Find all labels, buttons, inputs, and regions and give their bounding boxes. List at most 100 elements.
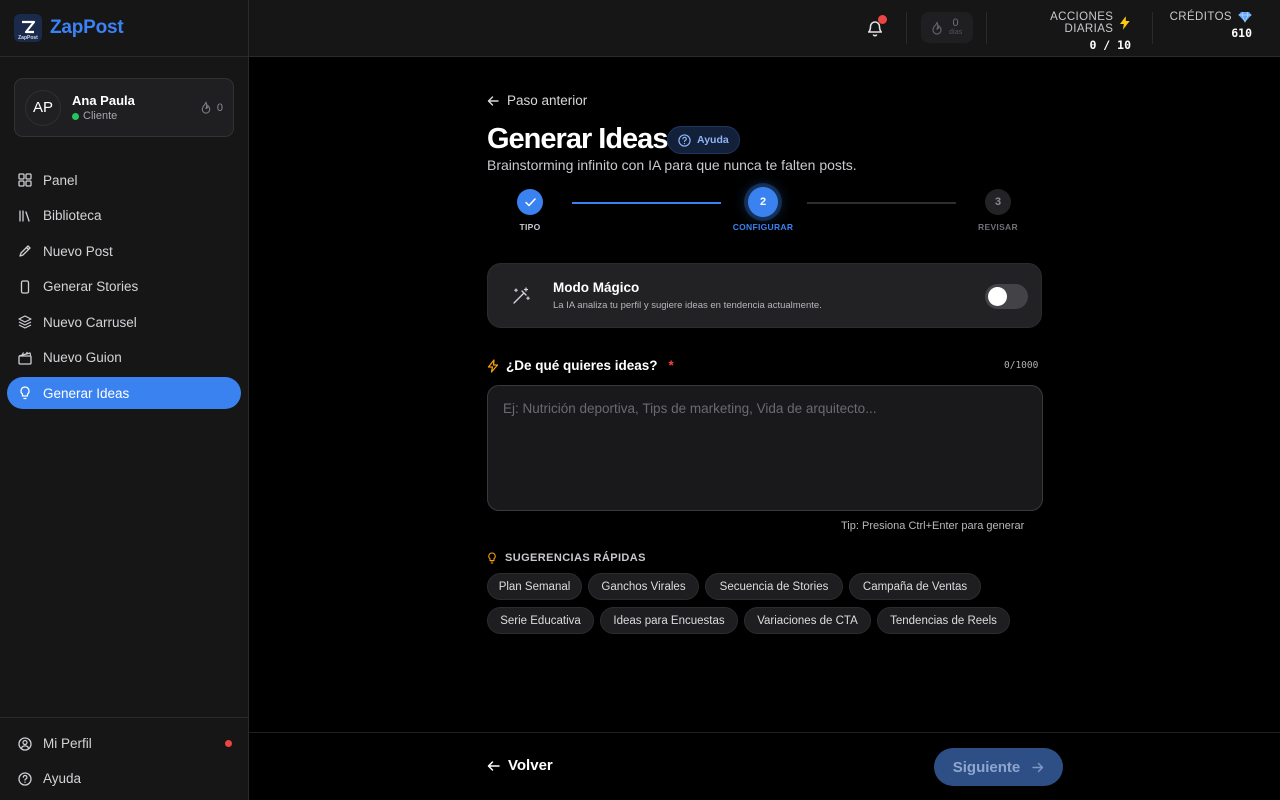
previous-step-link[interactable]: Paso anterior [487,93,587,108]
sidebar-item-generar-ideas[interactable]: Generar Ideas [7,377,241,409]
help-circle-icon [678,133,691,147]
wizard-footer: Volver Siguiente [249,732,1280,800]
streak-counter[interactable]: 0 días [921,12,973,43]
sidebar-item-label: Nuevo Post [43,243,113,259]
brand[interactable]: ZapPost ZapPost [0,0,249,57]
arrow-right-icon [1032,762,1044,772]
suggestion-chip[interactable]: Secuencia de Stories [705,573,843,600]
profile-alert-dot [225,740,232,747]
required-asterisk: * [668,358,674,373]
sidebar-item-label: Nuevo Carrusel [43,314,137,330]
next-button-label: Siguiente [952,758,1021,776]
page-title: Generar Ideas [487,123,668,155]
pencil-icon [19,245,31,257]
step-1-label: TIPO [519,222,541,232]
sidebar-item-nuevo-post[interactable]: Nuevo Post [7,235,241,267]
profile-streak: 0 [200,101,223,114]
back-button-label: Volver [508,757,553,774]
step-3-label: REVISAR [978,222,1018,232]
diamond-icon [1238,11,1252,23]
step-3-circle[interactable]: 3 [985,189,1011,215]
library-icon [19,209,30,222]
suggestions-heading-label: SUGERENCIAS RÁPIDAS [505,552,646,564]
profile-streak-count: 0 [216,101,223,114]
sidebar-item-ayuda[interactable]: Ayuda [0,761,249,796]
topic-input[interactable] [487,385,1043,511]
magic-mode-description: La IA analiza tu perfil y sugiere ideas … [553,300,822,311]
sidebar-item-nuevo-guion[interactable]: Nuevo Guion [7,342,241,374]
suggestion-chip[interactable]: Ideas para Encuestas [600,607,738,634]
step-2-circle[interactable]: 2 [748,187,778,217]
sidebar-item-label: Generar Stories [43,279,139,294]
help-circle-icon [18,771,32,786]
suggestion-chip[interactable]: Serie Educativa [487,607,594,634]
suggestion-chip[interactable]: Variaciones de CTA [744,607,871,634]
lightbulb-icon [488,552,496,564]
online-status-dot [72,112,79,120]
notification-badge [878,15,887,24]
sidebar-item-panel[interactable]: Panel [7,164,241,196]
streak-days-count: 0 [952,16,959,29]
suggestion-chip[interactable]: Plan Semanal [487,573,582,600]
main-content: Paso anterior Generar Ideas Ayuda Brains… [249,57,1280,732]
sidebar-item-label: Mi Perfil [43,736,92,751]
back-button[interactable]: Volver [487,757,553,774]
help-button-label: Ayuda [697,134,729,146]
sidebar-item-label: Biblioteca [43,208,102,223]
sidebar-item-label: Generar Ideas [43,385,130,401]
divider [906,12,907,44]
suggestion-chip[interactable]: Ganchos Virales [588,573,699,600]
profile-card[interactable]: AP Ana Paula Cliente 0 [14,78,234,137]
lightning-icon [1120,16,1131,30]
brand-logo-text: ZapPost [18,35,38,41]
step-connector-pending [807,202,956,204]
toggle-knob [988,287,1007,306]
stepper: TIPO 2 CONFIGURAR 3 REVISAR [487,187,1042,236]
sidebar-item-mi-perfil[interactable]: Mi Perfil [0,726,249,761]
help-button[interactable]: Ayuda [667,126,740,154]
sidebar-item-generar-stories[interactable]: Generar Stories [7,271,241,303]
sidebar-bottom: Mi Perfil Ayuda [0,717,249,796]
step-1-circle[interactable] [517,189,543,215]
sidebar-item-label: Ayuda [43,771,82,786]
suggestion-chip[interactable]: Campaña de Ventas [849,573,981,600]
topic-question-label: ¿De qué quieres ideas? [506,358,658,373]
next-button[interactable]: Siguiente [934,748,1063,786]
arrow-left-icon [487,95,499,106]
magic-wand-icon [513,287,530,304]
sidebar-nav: Panel Biblioteca Nuevo Post Generar Stor… [7,164,241,413]
sidebar-item-biblioteca[interactable]: Biblioteca [7,200,241,232]
topbar: 0 días ACCIONES DIARIAS 0 / 10 CRÉDITOS … [249,0,1280,57]
topic-question: ¿De qué quieres ideas? * [487,358,674,373]
character-counter: 0/1000 [1004,360,1039,371]
suggestion-chip[interactable]: Tendencias de Reels [877,607,1010,634]
avatar: AP [25,89,61,126]
profile-role: Cliente [72,110,200,122]
magic-mode-card: Modo Mágico La IA analiza tu perfil y su… [487,263,1042,328]
profile-name: Ana Paula [72,93,135,108]
credits-value: 610 [1231,26,1252,40]
step-connector-done [572,202,721,204]
streak-days-label: días [949,28,963,36]
arrow-left-icon [487,760,500,771]
magic-mode-title: Modo Mágico [553,280,640,295]
sidebar: ZapPost ZapPost AP Ana Paula Cliente 0 P… [0,0,249,800]
sidebar-item-label: Nuevo Guion [43,350,122,365]
lightbulb-icon [20,386,30,400]
divider [1152,12,1153,44]
brand-logo: ZapPost [14,14,42,42]
lightning-icon [487,358,499,373]
credits-label: CRÉDITOS [1169,11,1232,23]
keyboard-tip: Tip: Presiona Ctrl+Enter para generar [841,520,1025,532]
magic-mode-toggle[interactable] [985,284,1028,309]
notifications-button[interactable] [865,15,887,39]
brand-name: ZapPost [50,17,124,38]
step-2-label: CONFIGURAR [732,222,794,232]
previous-step-label: Paso anterior [507,93,588,108]
credits-stat: CRÉDITOS 610 [1167,11,1252,40]
sidebar-item-label: Panel [43,172,78,188]
flame-icon [201,101,211,114]
sidebar-item-nuevo-carrusel[interactable]: Nuevo Carrusel [7,306,241,338]
profile-role-label: Cliente [83,110,118,122]
daily-actions-value: 0 / 10 [1089,38,1131,52]
